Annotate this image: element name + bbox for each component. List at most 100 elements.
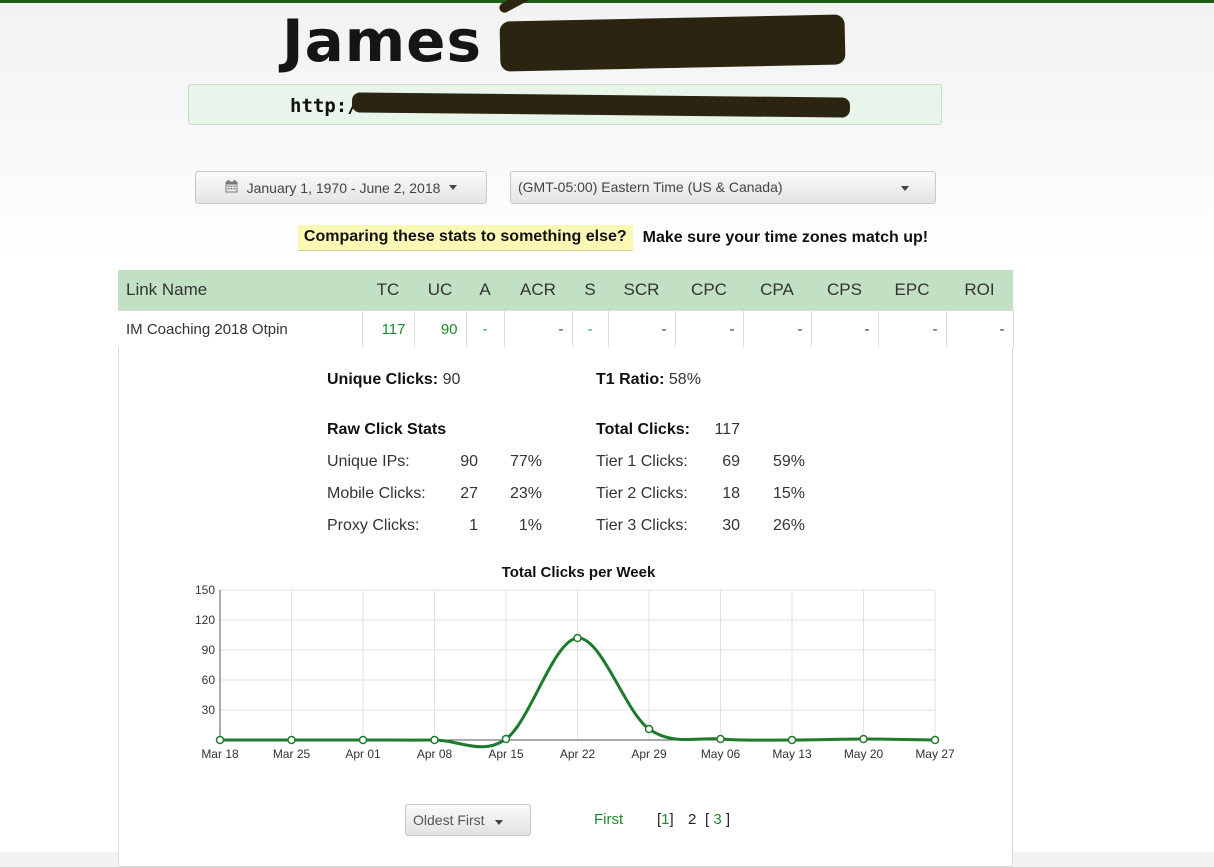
t1-ratio-value: 58% (668, 371, 701, 388)
header-uc[interactable]: UC (414, 270, 466, 311)
raw-row-pct: 77% (509, 453, 542, 470)
header-s[interactable]: S (572, 270, 608, 311)
date-range-label: January 1, 1970 - June 2, 2018 (246, 179, 441, 196)
unique-clicks-label: Unique Clicks: (327, 371, 439, 388)
timezone-select[interactable]: (GMT-05:00) Eastern Time (US & Canada) (510, 171, 936, 204)
total-clicks-label: Total Clicks: (596, 421, 690, 438)
page-number: 1 (661, 811, 670, 828)
profile-name: James (282, 7, 483, 75)
tier-row-count: 18 (722, 485, 740, 502)
data-point (716, 734, 725, 744)
x-tick-label: Mar 25 (273, 747, 311, 761)
x-tick-label: Apr 22 (560, 747, 596, 761)
page-number: 3 (713, 811, 722, 828)
x-tick-label: May 27 (915, 747, 955, 761)
header-tc[interactable]: TC (362, 270, 414, 311)
t1-ratio-stat: T1 Ratio: 58% (596, 371, 701, 389)
raw-row-count: 27 (460, 485, 478, 502)
sort-order-label: Oldest First (413, 812, 485, 828)
timezone-notice: Comparing these stats to something else?… (0, 225, 1130, 251)
page-link-3[interactable]: [ 3 ] (705, 811, 730, 828)
cell-scr: - (607, 310, 676, 348)
data-point (430, 735, 439, 745)
header-scr[interactable]: SCR (608, 270, 675, 311)
header-epc[interactable]: EPC (878, 270, 946, 311)
data-point (644, 724, 654, 734)
y-tick-label: 60 (202, 673, 216, 687)
current-page: 2 (688, 811, 697, 828)
data-point (573, 633, 582, 643)
page-link-1[interactable]: [1] (657, 811, 674, 828)
cell-cps: - (810, 310, 879, 348)
first-page-label: First (594, 811, 624, 828)
raw-click-stats-title: Raw Click Stats (327, 421, 446, 439)
unique-clicks-value: 90 (442, 371, 461, 388)
data-point (215, 735, 225, 745)
cell-tc: 117 (361, 310, 415, 348)
table-row[interactable]: IM Coaching 2018 Otpin 117 90 - - - - - … (118, 310, 1014, 348)
header-cps[interactable]: CPS (811, 270, 878, 311)
data-point (859, 734, 868, 744)
chevron-down-icon (449, 185, 458, 190)
cell-acr: - (503, 310, 573, 348)
x-tick-label: May 06 (701, 747, 741, 761)
cell-link-name[interactable]: IM Coaching 2018 Otpin (118, 310, 363, 348)
clicks-per-week-chart: 30 60 90 120 150 Mar 18 Mar 25 Apr 01 Apr 08 Apr … (195, 583, 955, 761)
x-tick-label: Apr 01 (345, 747, 381, 761)
notice-text: Make sure your time zones match up! (642, 229, 929, 246)
calendar-icon (225, 179, 238, 196)
raw-row-label: Proxy Clicks: (327, 517, 420, 534)
tier-row-label: Tier 1 Clicks: (596, 453, 688, 470)
tier-row-label: Tier 2 Clicks: (596, 485, 688, 502)
chart-title: Total Clicks per Week (501, 564, 656, 581)
tier-row-pct: 59% (772, 453, 805, 470)
redaction-mark (499, 14, 846, 72)
header-link-name[interactable]: Link Name (118, 270, 362, 311)
x-tick-label: Apr 15 (488, 747, 524, 761)
total-clicks-stat: Total Clicks: (596, 421, 690, 439)
t1-ratio-label: T1 Ratio: (596, 371, 665, 388)
y-tick-label: 150 (195, 583, 215, 597)
y-tick-label: 30 (202, 703, 216, 717)
timezone-label: (GMT-05:00) Eastern Time (US & Canada) (518, 179, 783, 195)
tier-row-pct: 26% (772, 517, 805, 534)
cell-epc: - (877, 310, 947, 348)
y-tick-label: 90 (202, 643, 216, 657)
header-a[interactable]: A (466, 270, 504, 311)
raw-row-count: 90 (460, 453, 478, 470)
data-point (787, 735, 797, 745)
chevron-down-icon (495, 820, 503, 825)
data-point (358, 735, 368, 745)
raw-row-label: Unique IPs: (327, 453, 410, 470)
raw-row-pct: 1% (518, 517, 542, 534)
cell-uc: 90 (413, 310, 467, 348)
x-tick-label: Apr 08 (417, 747, 453, 761)
x-tick-label: Apr 29 (631, 747, 667, 761)
date-range-picker[interactable]: January 1, 1970 - June 2, 2018 (195, 171, 487, 204)
header-acr[interactable]: ACR (504, 270, 572, 311)
top-border (0, 0, 1214, 3)
raw-row-pct: 23% (509, 485, 542, 502)
tracking-url: http:/ (290, 95, 359, 117)
x-tick-label: May 20 (844, 747, 884, 761)
cell-s: - (571, 310, 609, 348)
sort-order-select[interactable]: Oldest First (405, 804, 531, 836)
header-cpc[interactable]: CPC (675, 270, 743, 311)
raw-row-count: 1 (469, 517, 478, 534)
data-point (501, 734, 511, 744)
stats-table: Link Name TC UC A ACR S SCR CPC CPA CPS … (118, 270, 1014, 348)
x-tick-label: Mar 18 (201, 747, 239, 761)
x-tick-label: May 13 (772, 747, 812, 761)
tier-row-label: Tier 3 Clicks: (596, 517, 688, 534)
cell-roi: - (945, 310, 1014, 348)
notice-highlight: Comparing these stats to something else? (297, 225, 633, 251)
header-cpa[interactable]: CPA (743, 270, 811, 311)
raw-click-stats-heading: Raw Click Stats (327, 421, 447, 438)
chevron-down-icon (901, 186, 909, 191)
tier-row-count: 30 (722, 517, 740, 534)
data-point (287, 735, 296, 745)
first-page-link[interactable]: First (594, 811, 623, 828)
cell-cpa: - (742, 310, 812, 348)
header-roi[interactable]: ROI (946, 270, 1013, 311)
tier-row-pct: 15% (772, 485, 805, 502)
